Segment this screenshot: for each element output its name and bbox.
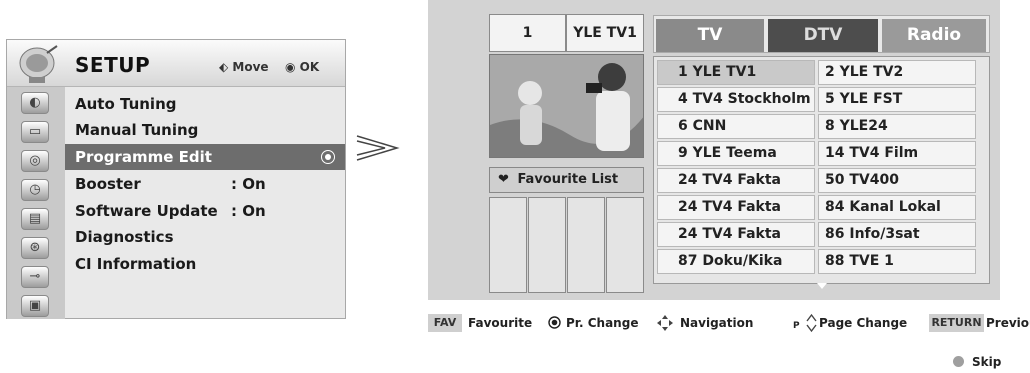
lock-category-icon[interactable]: ⊛ xyxy=(21,237,49,259)
channel-list-item[interactable]: 24 TV4 Fakta xyxy=(657,168,815,193)
channel-list-item[interactable]: 4 TV4 Stockholm xyxy=(657,87,815,112)
ok-button-icon xyxy=(548,316,561,329)
scroll-down-icon[interactable] xyxy=(817,283,827,289)
menu-item-programme-edit[interactable]: Programme Edit xyxy=(65,144,345,170)
favourite-slot[interactable] xyxy=(489,197,527,293)
menu-item-software-update[interactable]: Software Update : On xyxy=(65,198,345,224)
current-channel-name: YLE TV1 xyxy=(566,14,644,52)
favourite-slot[interactable] xyxy=(606,197,644,293)
menu-item-manual-tuning[interactable]: Manual Tuning xyxy=(65,117,345,143)
menu-item-ci-information[interactable]: CI Information xyxy=(65,251,345,277)
page-key-label: P xyxy=(793,321,800,331)
heart-icon: ❤ xyxy=(498,172,509,187)
skip-button-icon xyxy=(953,356,964,367)
skip-legend: Skip xyxy=(972,355,1002,369)
setup-menu: SETUP ⬖ Move ◉ OK ◐ ▭ ◎ ◷ ▤ ⊛ ⊸ ▣ Auto T… xyxy=(6,39,346,319)
audio-category-icon[interactable]: ◎ xyxy=(21,150,49,172)
option-category-icon[interactable]: ▤ xyxy=(21,208,49,230)
navigation-legend: Navigation xyxy=(680,316,754,330)
favourite-slot[interactable] xyxy=(528,197,566,293)
menu-item-booster[interactable]: Booster : On xyxy=(65,171,345,197)
menu-item-diagnostics[interactable]: Diagnostics xyxy=(65,224,345,250)
channel-list-item[interactable]: 5 YLE FST xyxy=(818,87,976,112)
picture-category-icon[interactable]: ▭ xyxy=(21,121,49,143)
return-legend: Previous xyxy=(986,316,1030,330)
navigation-arrows-icon xyxy=(657,315,673,331)
channel-preview-image xyxy=(489,54,644,158)
channel-list-item[interactable]: 84 Kanal Lokal xyxy=(818,195,976,220)
channel-list-item[interactable]: 6 CNN xyxy=(657,114,815,139)
menu-item-auto-tuning[interactable]: Auto Tuning xyxy=(65,91,345,117)
transition-arrow-icon xyxy=(356,135,400,161)
channel-list-item[interactable]: 1 YLE TV1 xyxy=(657,60,815,85)
input-category-icon[interactable]: ⊸ xyxy=(21,266,49,288)
usb-category-icon[interactable]: ▣ xyxy=(21,295,49,317)
page-change-legend: Page Change xyxy=(819,316,908,330)
programme-edit-panel: 1 YLE TV1 ❤ Favourite List TV DTV Radio … xyxy=(428,0,1000,300)
tab-dtv[interactable]: DTV xyxy=(768,19,878,52)
channel-list-item[interactable]: 24 TV4 Fakta xyxy=(657,222,815,247)
move-hint: ⬖ Move xyxy=(219,60,269,74)
page-up-down-icon xyxy=(806,313,817,333)
clock-category-icon[interactable]: ◷ xyxy=(21,179,49,201)
move-arrows-icon: ⬖ xyxy=(219,60,229,74)
channel-list-item[interactable]: 14 TV4 Film xyxy=(818,141,976,166)
favourite-list-header: ❤ Favourite List xyxy=(489,167,644,193)
tab-tv[interactable]: TV xyxy=(656,19,764,52)
setup-header: SETUP ⬖ Move ◉ OK xyxy=(7,40,345,87)
channel-list-item[interactable]: 86 Info/3sat xyxy=(818,222,976,247)
ok-button-icon: ◉ xyxy=(285,60,296,74)
channel-list-item[interactable]: 8 YLE24 xyxy=(818,114,976,139)
satellite-dish-icon xyxy=(19,45,58,83)
channel-list-item[interactable]: 50 TV400 xyxy=(818,168,976,193)
pr-change-legend: Pr. Change xyxy=(566,316,639,330)
favourite-slot[interactable] xyxy=(567,197,605,293)
ok-hint: ◉ OK xyxy=(285,60,320,74)
selected-radio-icon xyxy=(321,150,335,164)
channel-list-item[interactable]: 9 YLE Teema xyxy=(657,141,815,166)
channel-list-item[interactable]: 2 YLE TV2 xyxy=(818,60,976,85)
fav-legend: Favourite xyxy=(468,316,533,330)
channel-list-item[interactable]: 87 Doku/Kika xyxy=(657,249,815,274)
fav-key-badge: FAV xyxy=(428,314,462,332)
category-icon-column: ◐ ▭ ◎ ◷ ▤ ⊛ ⊸ ▣ xyxy=(7,87,65,319)
setup-title: SETUP xyxy=(75,53,151,77)
return-key-badge: RETURN xyxy=(929,314,984,332)
current-channel-number: 1 xyxy=(489,14,566,52)
channel-list-item[interactable]: 88 TVE 1 xyxy=(818,249,976,274)
channel-category-icon[interactable]: ◐ xyxy=(21,92,49,114)
channel-list-item[interactable]: 24 TV4 Fakta xyxy=(657,195,815,220)
tab-radio[interactable]: Radio xyxy=(882,19,986,52)
